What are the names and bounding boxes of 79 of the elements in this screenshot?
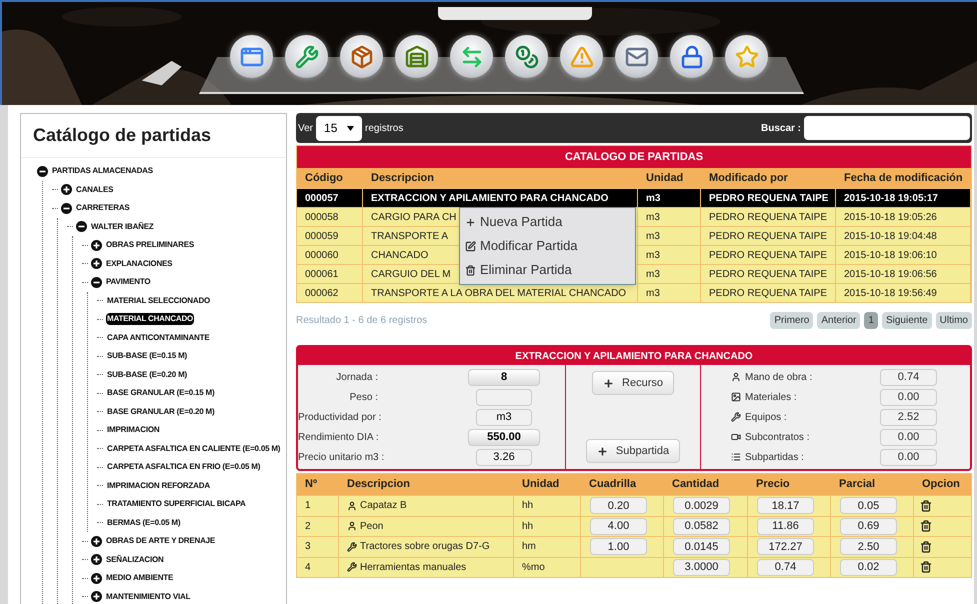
column-header: Descripcion (346, 477, 411, 492)
detail-title: EXTRACCION Y APILAMIENTO PARA CHANCADO (298, 347, 970, 365)
table-cell-text: Herramientas manuales (360, 560, 466, 575)
summary-label: Mano de obra : (745, 370, 814, 384)
records-label: registros (365, 122, 404, 136)
table-cell-text: m3 (646, 192, 660, 206)
column-header: Unidad (521, 477, 560, 492)
table-cell-text: 000058 (305, 210, 338, 224)
table-cell-text: 000059 (305, 230, 338, 244)
table-cell-text: 2015-10-18 19:05:26 (844, 210, 937, 224)
table-cell-text: hh (522, 499, 534, 514)
table-cell-text: 2015-10-18 19:56:49 (844, 286, 937, 300)
table-cell-text: PEDRO REQUENA TAIPE (709, 192, 828, 206)
column-header: Modificado por (708, 170, 789, 186)
table-cell-text: 2015-10-18 19:05:17 (844, 192, 938, 206)
value-field: 3.26 (476, 448, 532, 466)
search-label: Buscar : (760, 122, 801, 136)
table-cell-text: PEDRO REQUENA TAIPE (709, 286, 827, 300)
field-label: Productividad por : (298, 410, 382, 424)
summary-label: Materiales : (745, 390, 798, 404)
column-header: Precio (755, 477, 791, 492)
table-cell-text: 2015-10-18 19:06:10 (844, 248, 937, 262)
table-cell-text: 2015-10-18 19:06:56 (844, 268, 937, 282)
column-header: Cuadrilla (588, 477, 638, 492)
table-cell-text: m3 (646, 248, 660, 262)
table-cell-text: Peon (360, 520, 384, 534)
field-label: Jornada : (335, 370, 379, 384)
table-cell-text: PEDRO REQUENA TAIPE (709, 248, 827, 262)
table-cell-text: 000060 (305, 248, 338, 262)
summary-label: Equipos : (745, 410, 788, 424)
table-cell-text: 000057 (305, 192, 338, 206)
table-cell-text: 000061 (305, 268, 338, 282)
value-field: 0.74 (880, 368, 937, 386)
table-cell-text: CHANCADO (371, 248, 428, 262)
field-label: Precio unitario m3 : (298, 450, 386, 464)
table-cell-text: PEDRO REQUENA TAIPE (709, 230, 827, 244)
column-header: Fecha de modificación (843, 170, 964, 186)
table-cell-text: m3 (646, 230, 660, 244)
table-cell-text: m3 (646, 268, 660, 282)
field-label: Rendimiento DIA : (298, 430, 380, 444)
table-cell-text: Tractores sobre orugas D7-G (360, 540, 490, 554)
table-cell-text: 000062 (305, 286, 338, 300)
table-cell-text: PEDRO REQUENA TAIPE (709, 210, 827, 224)
table-cell-text: 4 (305, 560, 311, 575)
value-field: 2.52 (880, 408, 937, 426)
table-cell-text: 2 (305, 520, 311, 534)
table-cell-text: hh (522, 520, 534, 534)
table-cell-text: m3 (646, 210, 660, 224)
column-header: Parcial (838, 477, 876, 492)
value-field: 0.00 (880, 448, 937, 466)
table-cell-text: PEDRO REQUENA TAIPE (709, 268, 827, 282)
value-field: 0.00 (880, 388, 937, 406)
result-summary: Resultado 1 - 6 de 6 registros (296, 314, 428, 328)
table-cell-text: EXTRACCION Y APILAMIENTO PARA CHANCADO (371, 192, 608, 206)
table-cell-text: TRANSPORTE A LA OBRA DEL MATERIAL CHANCADO (371, 286, 626, 300)
table-cell-text: hm (522, 540, 536, 554)
table-cell-text: CARGIO PARA CH (371, 210, 456, 224)
table-cell-text: 3 (305, 540, 311, 554)
column-header: Descripcion (370, 170, 435, 186)
column-header: Opcion (921, 477, 961, 492)
table-cell-text: 2015-10-18 19:04:48 (844, 230, 937, 244)
table-cell-text: 1 (305, 499, 311, 514)
column-header: Unidad (645, 170, 684, 186)
value-field: 0.00 (880, 428, 937, 446)
column-header: Cantidad (671, 477, 720, 492)
show-label: Ver (298, 122, 314, 136)
column-header: Nº (304, 477, 318, 492)
column-header: Código (304, 170, 344, 186)
summary-label: Subpartidas : (745, 450, 805, 464)
field-label: Peso : (348, 390, 379, 404)
table-cell-text: m3 (646, 286, 660, 300)
table-cell-text: TRANSPORTE A (371, 230, 448, 244)
table-cell-text: Capataz B (360, 499, 407, 514)
summary-label: Subcontratos : (745, 430, 810, 444)
table-title: CATALOGO DE PARTIDAS (297, 146, 971, 168)
panel-title: Catálogo de partidas (21, 114, 286, 158)
table-cell-text: %mo (522, 560, 545, 575)
value-field: m3 (476, 408, 532, 426)
table-cell-text: CARGUIO DEL M (371, 268, 451, 282)
